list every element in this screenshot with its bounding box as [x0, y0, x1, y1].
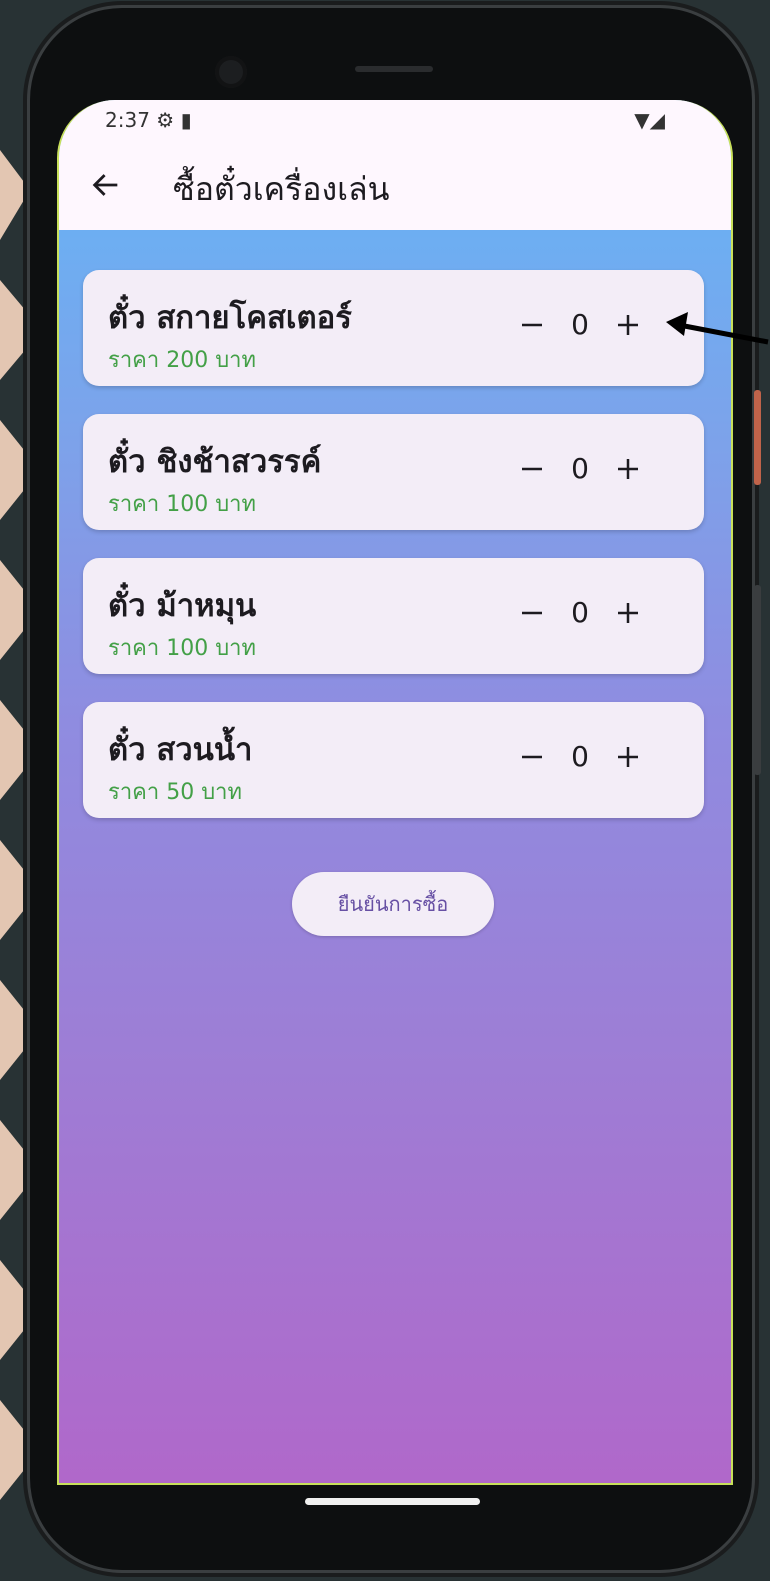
- ticket-price: ราคา 50 บาท: [108, 780, 243, 805]
- minus-button[interactable]: [516, 309, 548, 341]
- ticket-price: ราคา 200 บาท: [108, 348, 257, 373]
- minus-button[interactable]: [516, 453, 548, 485]
- quantity-stepper: 0: [516, 308, 644, 341]
- camera: [215, 56, 247, 88]
- plus-icon: [618, 314, 638, 335]
- quantity-value: 0: [571, 596, 589, 629]
- minus-icon: [522, 755, 542, 758]
- ticket-name: ตั๋ว สวนน้ำ: [108, 732, 253, 768]
- minus-icon: [522, 467, 542, 470]
- plus-icon: [618, 602, 638, 623]
- plus-button[interactable]: [612, 309, 644, 341]
- ticket-price: ราคา 100 บาท: [108, 636, 257, 661]
- quantity-value: 0: [571, 452, 589, 485]
- plus-button[interactable]: [612, 741, 644, 773]
- status-time: 2:37 ⚙ ▮: [105, 108, 192, 132]
- minus-icon: [522, 323, 542, 326]
- app-bar: 2:37 ⚙ ▮ ▼◢ ซื้อตั๋วเครื่องเล่น: [59, 100, 731, 230]
- ticket-card: ตั๋ว สวนน้ำ ราคา 50 บาท 0: [83, 702, 704, 818]
- settings-icon: ⚙: [156, 108, 175, 132]
- ticket-name: ตั๋ว ม้าหมุน: [108, 588, 257, 624]
- wifi-icon: ▼: [634, 108, 650, 132]
- ticket-card: ตั๋ว ม้าหมุน ราคา 100 บาท 0: [83, 558, 704, 674]
- confirm-purchase-button[interactable]: ยืนยันการซื้อ: [292, 872, 494, 936]
- sd-card-icon: ▮: [180, 108, 192, 132]
- minus-button[interactable]: [516, 597, 548, 629]
- plus-button[interactable]: [612, 453, 644, 485]
- plus-icon: [618, 458, 638, 479]
- ticket-name: ตั๋ว สกายโคสเตอร์: [108, 300, 352, 336]
- quantity-stepper: 0: [516, 596, 644, 629]
- ticket-name: ตั๋ว ชิงช้าสวรรค์: [108, 444, 322, 480]
- quantity-stepper: 0: [516, 452, 644, 485]
- quantity-stepper: 0: [516, 740, 644, 773]
- minus-button[interactable]: [516, 741, 548, 773]
- annotation-arrow-icon: [666, 312, 769, 345]
- signal-icon: ◢: [649, 108, 665, 132]
- ticket-price: ราคา 100 บาท: [108, 492, 257, 517]
- minus-icon: [522, 611, 542, 614]
- page-title: ซื้อตั๋วเครื่องเล่น: [173, 170, 390, 208]
- ticket-card: ตั๋ว สกายโคสเตอร์ ราคา 200 บาท 0: [83, 270, 704, 386]
- side-button: [754, 390, 761, 485]
- status-icons: ▼◢: [634, 108, 665, 132]
- status-time-text: 2:37: [105, 108, 150, 132]
- speaker: [355, 66, 433, 72]
- quantity-value: 0: [571, 740, 589, 773]
- plus-button[interactable]: [612, 597, 644, 629]
- app-screen: 2:37 ⚙ ▮ ▼◢ ซื้อตั๋วเครื่องเล่น ตั๋ว สกา…: [57, 100, 733, 1485]
- plus-icon: [618, 746, 638, 767]
- back-arrow-icon[interactable]: [89, 168, 123, 202]
- ticket-card: ตั๋ว ชิงช้าสวรรค์ ราคา 100 บาท 0: [83, 414, 704, 530]
- home-indicator[interactable]: [305, 1498, 480, 1505]
- volume-button: [754, 585, 761, 775]
- quantity-value: 0: [571, 308, 589, 341]
